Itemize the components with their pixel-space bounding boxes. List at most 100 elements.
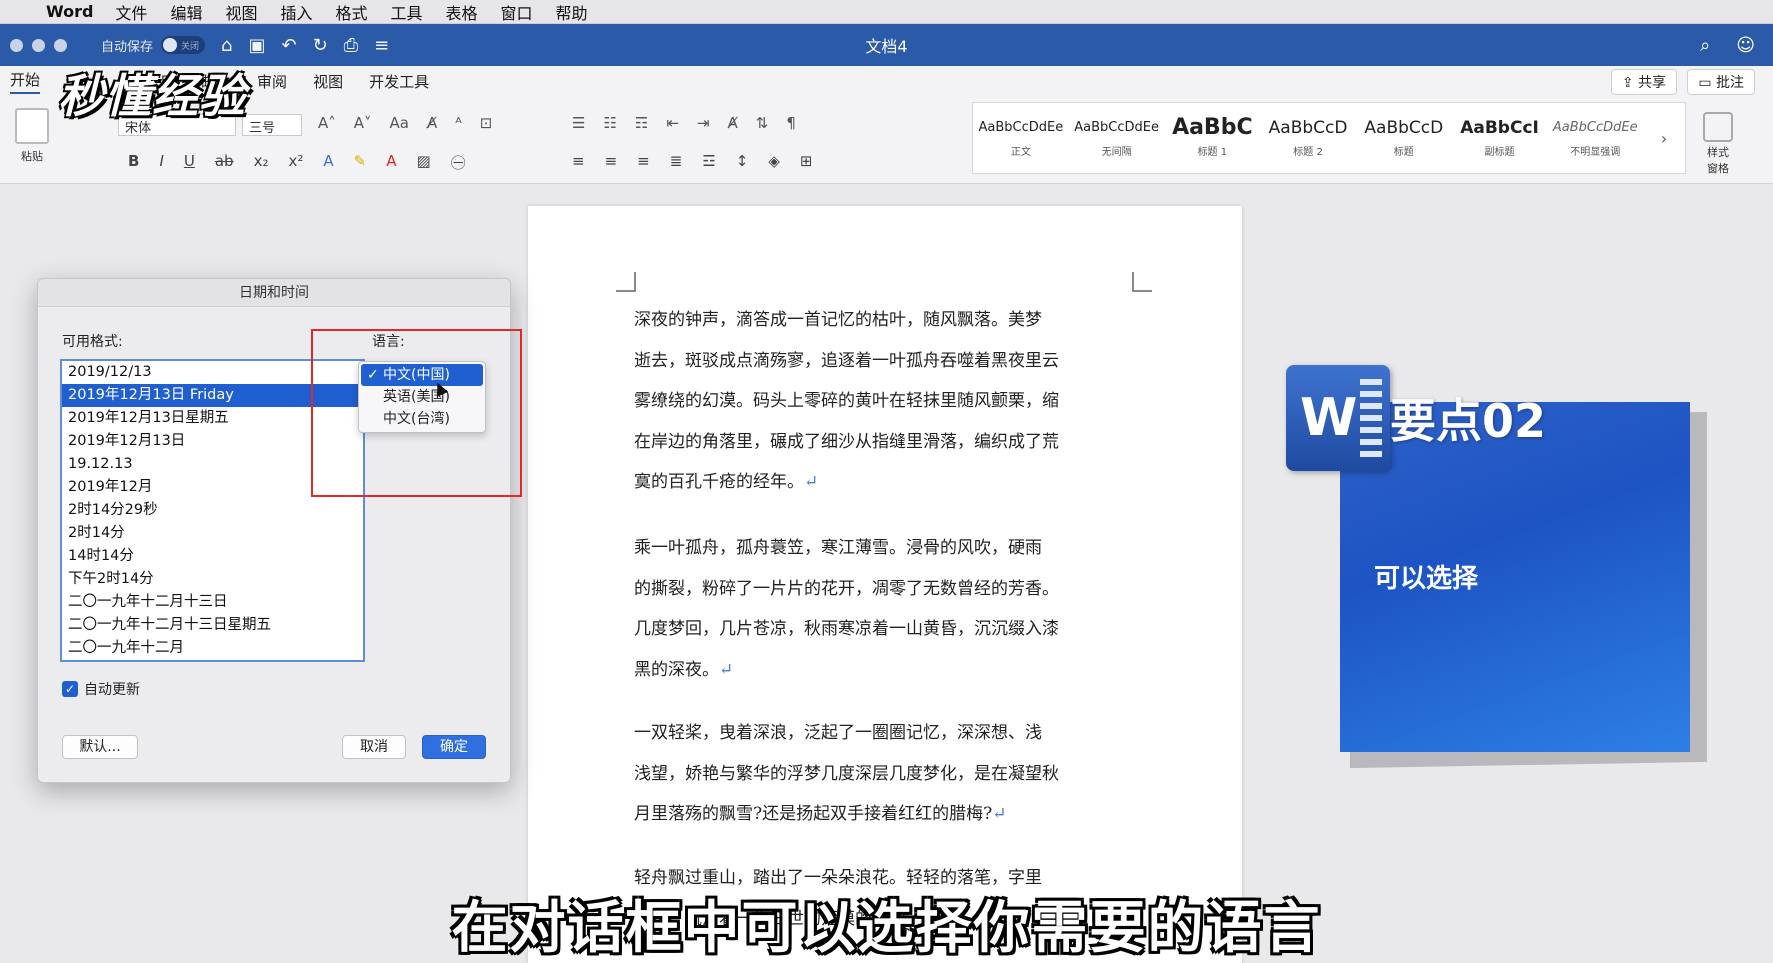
menu-table[interactable]: 表格 (446, 0, 478, 24)
increase-indent-icon[interactable]: ⇥ (697, 114, 710, 132)
menu-view[interactable]: 视图 (225, 0, 257, 24)
subscript-icon[interactable]: x₂ (254, 152, 269, 173)
ok-button[interactable]: 确定 (422, 735, 486, 759)
menu-window[interactable]: 窗口 (501, 0, 533, 24)
menu-bar: Word 文件 编辑 视图 插入 格式 工具 表格 窗口 帮助 (0, 0, 1773, 24)
justify-icon[interactable]: ≣ (670, 152, 683, 170)
sort-icon[interactable]: ⇅ (756, 114, 769, 132)
cancel-button[interactable]: 取消 (342, 735, 406, 759)
phonetic-guide-icon[interactable]: ᴬ (455, 114, 461, 132)
overlay-card-title: 要点02 (1390, 394, 1547, 448)
align-left-icon[interactable]: ≡ (572, 152, 585, 170)
tab-review[interactable]: 审阅 (257, 71, 287, 92)
home-icon[interactable]: ⌂ (221, 35, 232, 56)
shrink-font-icon[interactable]: A˅ (354, 114, 372, 132)
shading-icon[interactable]: ◈ (768, 152, 780, 170)
customize-toolbar-icon[interactable]: ≡ (374, 35, 389, 56)
minimize-window-button[interactable] (32, 38, 45, 52)
tab-developer[interactable]: 开发工具 (369, 71, 429, 92)
comments-button[interactable]: ▭ 批注 (1687, 69, 1755, 95)
format-option[interactable]: 2时14分29秒 (62, 499, 363, 522)
language-option[interactable]: 中文(台湾) (359, 408, 485, 430)
style-normal[interactable]: AaBbCcDdEe 正文 (973, 103, 1069, 173)
zoom-window-button[interactable] (54, 38, 67, 52)
share-button[interactable]: ⇪ 共享 (1610, 69, 1677, 95)
autosave-label: 自动保存 (101, 39, 154, 55)
line-spacing-icon[interactable]: ↕ (736, 152, 749, 170)
auto-update-checkbox[interactable]: ✓ 自动更新 (62, 679, 140, 699)
strikethrough-icon[interactable]: ab (215, 152, 234, 173)
styles-more-icon[interactable]: › (1643, 103, 1685, 173)
language-option-selected[interactable]: ✓ 中文(中国) (361, 364, 483, 386)
font-size-select[interactable]: 三号 (242, 114, 302, 136)
auto-update-label: 自动更新 (84, 682, 140, 698)
save-icon[interactable]: ▣ (248, 35, 265, 56)
clear-format-icon[interactable]: A̸ (427, 114, 437, 132)
style-heading-1[interactable]: AaBbC 标题 1 (1164, 103, 1260, 173)
format-option[interactable]: 2时14分 (62, 522, 363, 545)
undo-icon[interactable]: ↶ (281, 35, 296, 56)
menu-help[interactable]: 帮助 (556, 0, 588, 24)
menu-insert[interactable]: 插入 (280, 0, 312, 24)
grow-font-icon[interactable]: A˄ (318, 114, 336, 132)
asian-layout-icon[interactable]: Ⱥ (728, 114, 738, 132)
underline-icon[interactable]: U (184, 152, 195, 173)
tab-view[interactable]: 视图 (313, 71, 343, 92)
highlight-color-icon[interactable]: ✎ (354, 152, 367, 173)
checkbox-checked-icon[interactable]: ✓ (62, 681, 78, 697)
menu-app-name[interactable]: Word (46, 2, 93, 21)
document-page[interactable]: 深夜的钟声，滴答成一首记忆的枯叶，随风飘落。美梦 逝去，斑驳成点滴殇寥，追逐着一… (528, 206, 1242, 963)
margin-corner-left (616, 272, 636, 292)
bullets-icon[interactable]: ☰ (572, 114, 585, 132)
styles-pane-button[interactable]: 样式 窗格 (1696, 112, 1740, 176)
language-dropdown-menu[interactable]: ✓ 中文(中国) 英语(美国) 中文(台湾) (358, 361, 486, 433)
text-effects-icon[interactable]: A (323, 152, 333, 173)
smiley-feedback-icon[interactable]: ☺ (1736, 35, 1755, 56)
autosave-toggle[interactable]: 关闭 (161, 36, 206, 54)
language-option[interactable]: 英语(美国) (359, 386, 485, 408)
numbering-icon[interactable]: ☷ (603, 114, 616, 132)
distributed-icon[interactable]: ☲ (702, 152, 715, 170)
search-icon[interactable]: ⌕ (1700, 35, 1710, 56)
style-no-spacing[interactable]: AaBbCcDdEe 无间隔 (1069, 103, 1165, 173)
style-heading-2[interactable]: AaBbCcD 标题 2 (1260, 103, 1356, 173)
menu-file[interactable]: 文件 (115, 0, 147, 24)
bold-icon[interactable]: B (128, 152, 139, 173)
menu-edit[interactable]: 编辑 (170, 0, 202, 24)
text-line: 黑的深夜。 (634, 659, 719, 680)
italic-icon[interactable]: I (159, 152, 163, 173)
change-case-icon[interactable]: Aa (390, 114, 409, 132)
format-option[interactable]: 14时14分 (62, 545, 363, 568)
style-subtle-emphasis[interactable]: AaBbCcDdEe 不明显强调 (1547, 103, 1643, 173)
align-center-icon[interactable]: ≡ (605, 152, 618, 170)
window-controls (10, 38, 67, 52)
font-color-icon[interactable]: A (386, 152, 396, 173)
align-right-icon[interactable]: ≡ (637, 152, 650, 170)
show-marks-icon[interactable]: ¶ (786, 114, 796, 132)
character-border-icon[interactable]: ⊡ (480, 114, 493, 132)
menu-tools[interactable]: 工具 (391, 0, 423, 24)
borders-icon[interactable]: ⊞ (800, 152, 813, 170)
redo-icon[interactable]: ↻ (313, 35, 328, 56)
close-window-button[interactable] (10, 38, 23, 52)
default-button[interactable]: 默认... (62, 735, 138, 759)
paste-button[interactable]: 粘贴 (12, 108, 52, 164)
print-icon[interactable]: ⎙ (344, 35, 358, 56)
text-line: 浅望，娇艳与繁华的浮梦几度深层几度梦化，是在凝望秋 (634, 763, 1059, 784)
decrease-indent-icon[interactable]: ⇤ (666, 114, 679, 132)
multilevel-list-icon[interactable]: ☶ (635, 114, 648, 132)
format-option[interactable]: 二〇一九年十二月 (62, 637, 363, 660)
margin-corner-right (1132, 272, 1152, 292)
superscript-icon[interactable]: x² (288, 152, 303, 173)
character-shading-icon[interactable]: ▨ (416, 152, 430, 173)
paragraph-mark-icon: ↵ (992, 804, 1007, 824)
enclose-characters-icon[interactable]: ㊀ (451, 152, 466, 173)
style-subtitle[interactable]: AaBbCcI 副标题 (1452, 103, 1548, 173)
menu-format[interactable]: 格式 (335, 0, 367, 24)
format-option[interactable]: 二〇一九年十二月十三日星期五 (62, 614, 363, 637)
format-option[interactable]: 二〇一九年十二月十三日 (62, 591, 363, 614)
title-bar-right: ⌕ ☺ (1700, 35, 1755, 56)
style-title[interactable]: AaBbCcD 标题 (1356, 103, 1452, 173)
format-option[interactable]: 下午2时14分 (62, 568, 363, 591)
tab-home[interactable]: 开始 (10, 69, 41, 94)
